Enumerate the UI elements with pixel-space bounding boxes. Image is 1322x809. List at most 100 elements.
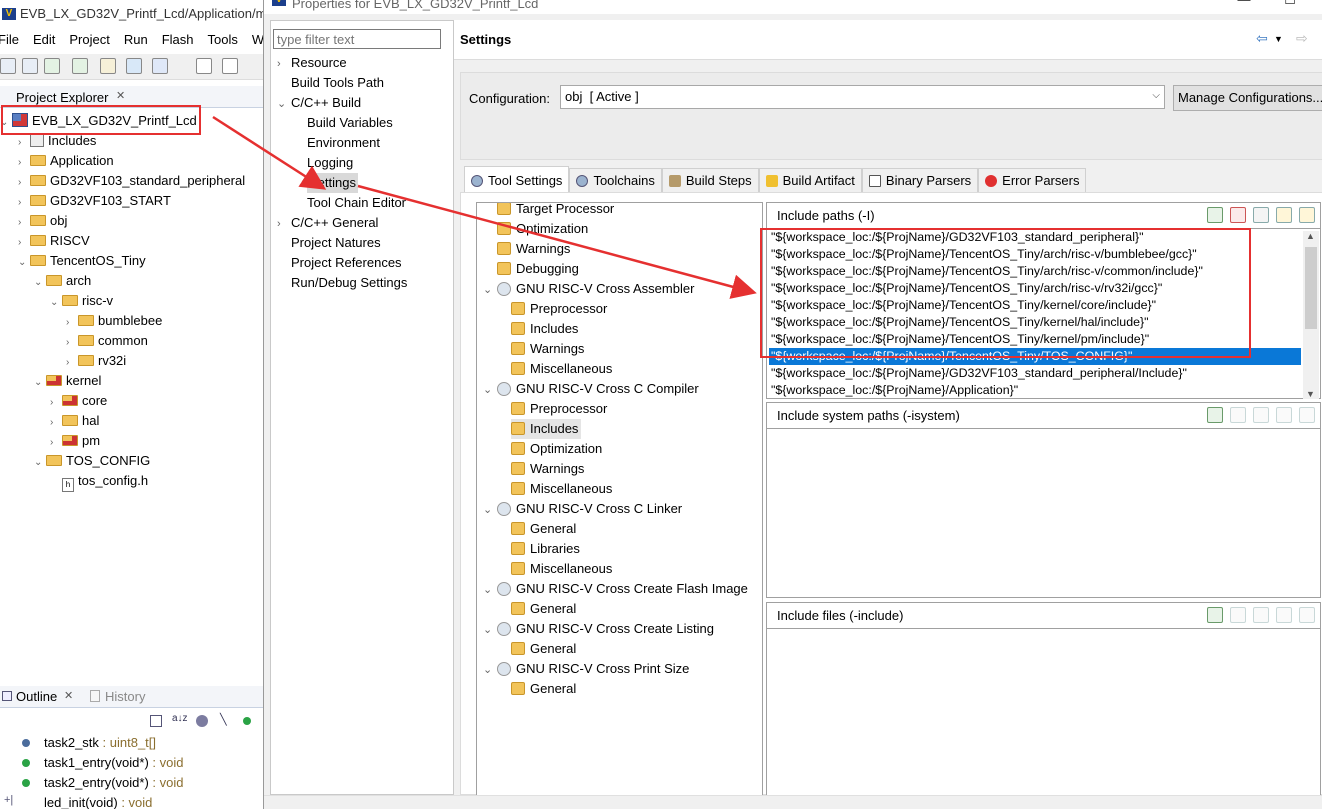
menu-flash[interactable]: Flash bbox=[162, 30, 202, 50]
tree-item[interactable]: ⌄ arch bbox=[34, 271, 91, 291]
tool-option[interactable]: General bbox=[511, 519, 576, 539]
chevron-down-icon[interactable]: ⌄ bbox=[483, 660, 497, 680]
nav-item[interactable]: Build Variables bbox=[307, 113, 393, 133]
tree-item[interactable]: › Application bbox=[18, 151, 114, 171]
tool-option[interactable]: Optimization bbox=[497, 219, 588, 239]
edit-path-icon[interactable] bbox=[1253, 407, 1269, 423]
chevron-down-icon[interactable]: ⌄ bbox=[277, 94, 291, 114]
add-file-icon[interactable] bbox=[1207, 607, 1223, 623]
tree-item[interactable]: › GD32VF103_standard_peripheral bbox=[18, 171, 245, 191]
tab-build-steps[interactable]: Build Steps bbox=[661, 168, 759, 192]
nav-item[interactable]: Project Natures bbox=[277, 233, 381, 253]
chevron-right-icon[interactable]: › bbox=[66, 313, 78, 333]
filter-input[interactable] bbox=[273, 29, 441, 49]
tree-item[interactable]: › GD32VF103_START bbox=[18, 191, 171, 211]
chevron-right-icon[interactable]: › bbox=[277, 54, 291, 74]
chevron-right-icon[interactable]: › bbox=[18, 213, 30, 233]
nav-item[interactable]: ⌄ C/C++ Build bbox=[277, 93, 361, 113]
back-arrow-icon[interactable]: ⇦ bbox=[1256, 30, 1268, 47]
move-up-icon[interactable] bbox=[1276, 607, 1292, 623]
minimize-button[interactable]: — bbox=[1224, 0, 1264, 8]
include-path-item[interactable]: "${workspace_loc:/${ProjName}/GD32VF103_… bbox=[771, 365, 1187, 382]
menu-run[interactable]: Run bbox=[124, 30, 156, 50]
forward-arrow-icon[interactable]: ⇨ bbox=[1296, 30, 1308, 47]
add-path-icon[interactable] bbox=[1207, 207, 1223, 223]
tool-option[interactable]: Preprocessor bbox=[511, 299, 607, 319]
tree-item[interactable]: › bumblebee bbox=[66, 311, 162, 331]
hide-nonpublic-icon[interactable] bbox=[243, 717, 251, 725]
configuration-select[interactable]: obj [ Active ] ⌵ bbox=[560, 85, 1165, 109]
chevron-right-icon[interactable]: › bbox=[50, 433, 62, 453]
outline-item[interactable]: task2_entry(void*) : void bbox=[22, 774, 183, 792]
nav-item[interactable]: Settings bbox=[307, 173, 358, 193]
tool-group[interactable]: ⌄ GNU RISC-V Cross Print Size bbox=[483, 659, 689, 679]
chevron-down-icon[interactable]: ⌄ bbox=[18, 253, 30, 273]
tool-group[interactable]: ⌄ GNU RISC-V Cross C Linker bbox=[483, 499, 682, 519]
chevron-right-icon[interactable]: › bbox=[18, 193, 30, 213]
chevron-down-icon[interactable]: ⌵ bbox=[1152, 90, 1160, 101]
nav-item[interactable]: › C/C++ General bbox=[277, 213, 378, 233]
tool-option[interactable]: Libraries bbox=[511, 539, 580, 559]
console-icon[interactable] bbox=[222, 58, 238, 74]
build-icon[interactable] bbox=[44, 58, 60, 74]
nav-item[interactable]: Environment bbox=[307, 133, 380, 153]
sort-icon[interactable]: a↓z bbox=[172, 713, 188, 724]
tab-toolchains[interactable]: Toolchains bbox=[569, 168, 662, 192]
tree-item[interactable]: › rv32i bbox=[66, 351, 126, 371]
include-path-item[interactable]: "${workspace_loc:/${ProjName}/Applicatio… bbox=[771, 382, 1018, 398]
maximize-button[interactable]: ☐ bbox=[1270, 0, 1310, 8]
chevron-right-icon[interactable]: › bbox=[18, 233, 30, 253]
tool-option[interactable]: Miscellaneous bbox=[511, 559, 612, 579]
delete-path-icon[interactable] bbox=[1230, 407, 1246, 423]
outline-item[interactable]: task1_entry(void*) : void bbox=[22, 754, 183, 772]
tool-option[interactable]: Target Processor bbox=[497, 203, 614, 219]
nav-item[interactable]: Run/Debug Settings bbox=[277, 273, 407, 293]
menu-file[interactable]: File bbox=[0, 30, 27, 50]
tool-option[interactable]: Miscellaneous bbox=[511, 479, 612, 499]
move-down-icon[interactable] bbox=[1299, 607, 1315, 623]
chevron-down-icon[interactable]: ⌄ bbox=[483, 580, 497, 600]
chevron-down-icon[interactable]: ⌄ bbox=[483, 380, 497, 400]
chevron-right-icon[interactable]: › bbox=[50, 413, 62, 433]
tool-option[interactable]: Includes bbox=[511, 419, 582, 439]
manage-configurations-button[interactable]: Manage Configurations... bbox=[1173, 85, 1322, 111]
terminal-icon[interactable] bbox=[196, 58, 212, 74]
tool-option[interactable]: Preprocessor bbox=[511, 399, 607, 419]
tool-option[interactable]: General bbox=[511, 679, 576, 699]
tool-option[interactable]: Optimization bbox=[511, 439, 602, 459]
chevron-right-icon[interactable]: › bbox=[66, 353, 78, 373]
chevron-down-icon[interactable]: ▼ bbox=[1274, 34, 1283, 44]
tree-item[interactable]: › common bbox=[66, 331, 148, 351]
history-tab[interactable]: History bbox=[105, 689, 145, 704]
move-up-icon[interactable] bbox=[1276, 207, 1292, 223]
menu-edit[interactable]: Edit bbox=[33, 30, 63, 50]
chevron-down-icon[interactable]: ⌄ bbox=[483, 620, 497, 640]
tool-option[interactable]: Debugging bbox=[497, 259, 579, 279]
tree-item[interactable]: › pm bbox=[50, 431, 100, 451]
move-down-icon[interactable] bbox=[1299, 407, 1315, 423]
tree-item[interactable]: ⌄ TOS_CONFIG bbox=[34, 451, 150, 471]
hide-static-icon[interactable]: ╲ bbox=[220, 713, 227, 726]
tool-group[interactable]: ⌄ GNU RISC-V Cross Create Listing bbox=[483, 619, 714, 639]
save-icon[interactable] bbox=[0, 58, 16, 74]
include-paths-scrollbar[interactable]: ▲ ▼ bbox=[1303, 231, 1319, 399]
tree-item[interactable]: › RISCV bbox=[18, 231, 90, 251]
nav-item[interactable]: Tool Chain Editor bbox=[307, 193, 406, 213]
nav-item[interactable]: Project References bbox=[277, 253, 402, 273]
tab-build-artifact[interactable]: Build Artifact bbox=[758, 168, 862, 192]
nav-item[interactable]: Build Tools Path bbox=[277, 73, 384, 93]
tab-tool-settings[interactable]: Tool Settings bbox=[464, 166, 570, 192]
tab-binary-parsers[interactable]: Binary Parsers bbox=[861, 168, 979, 192]
tree-item[interactable]: h tos_config.h bbox=[50, 471, 148, 492]
hide-fields-icon[interactable] bbox=[196, 715, 208, 727]
nav-item[interactable]: › Resource bbox=[277, 53, 347, 73]
close-icon[interactable]: ✕ bbox=[116, 89, 125, 102]
chevron-right-icon[interactable]: › bbox=[50, 393, 62, 413]
debug-config-icon[interactable] bbox=[126, 58, 142, 74]
download-icon[interactable] bbox=[72, 58, 88, 74]
tree-item[interactable]: ⌄ risc-v bbox=[50, 291, 113, 311]
tree-item[interactable]: ⌄ TencentOS_Tiny bbox=[18, 251, 146, 271]
outline-item[interactable]: led_init(void) : void bbox=[22, 794, 152, 809]
tool-option[interactable]: Miscellaneous bbox=[511, 359, 612, 379]
menu-project[interactable]: Project bbox=[69, 30, 117, 50]
